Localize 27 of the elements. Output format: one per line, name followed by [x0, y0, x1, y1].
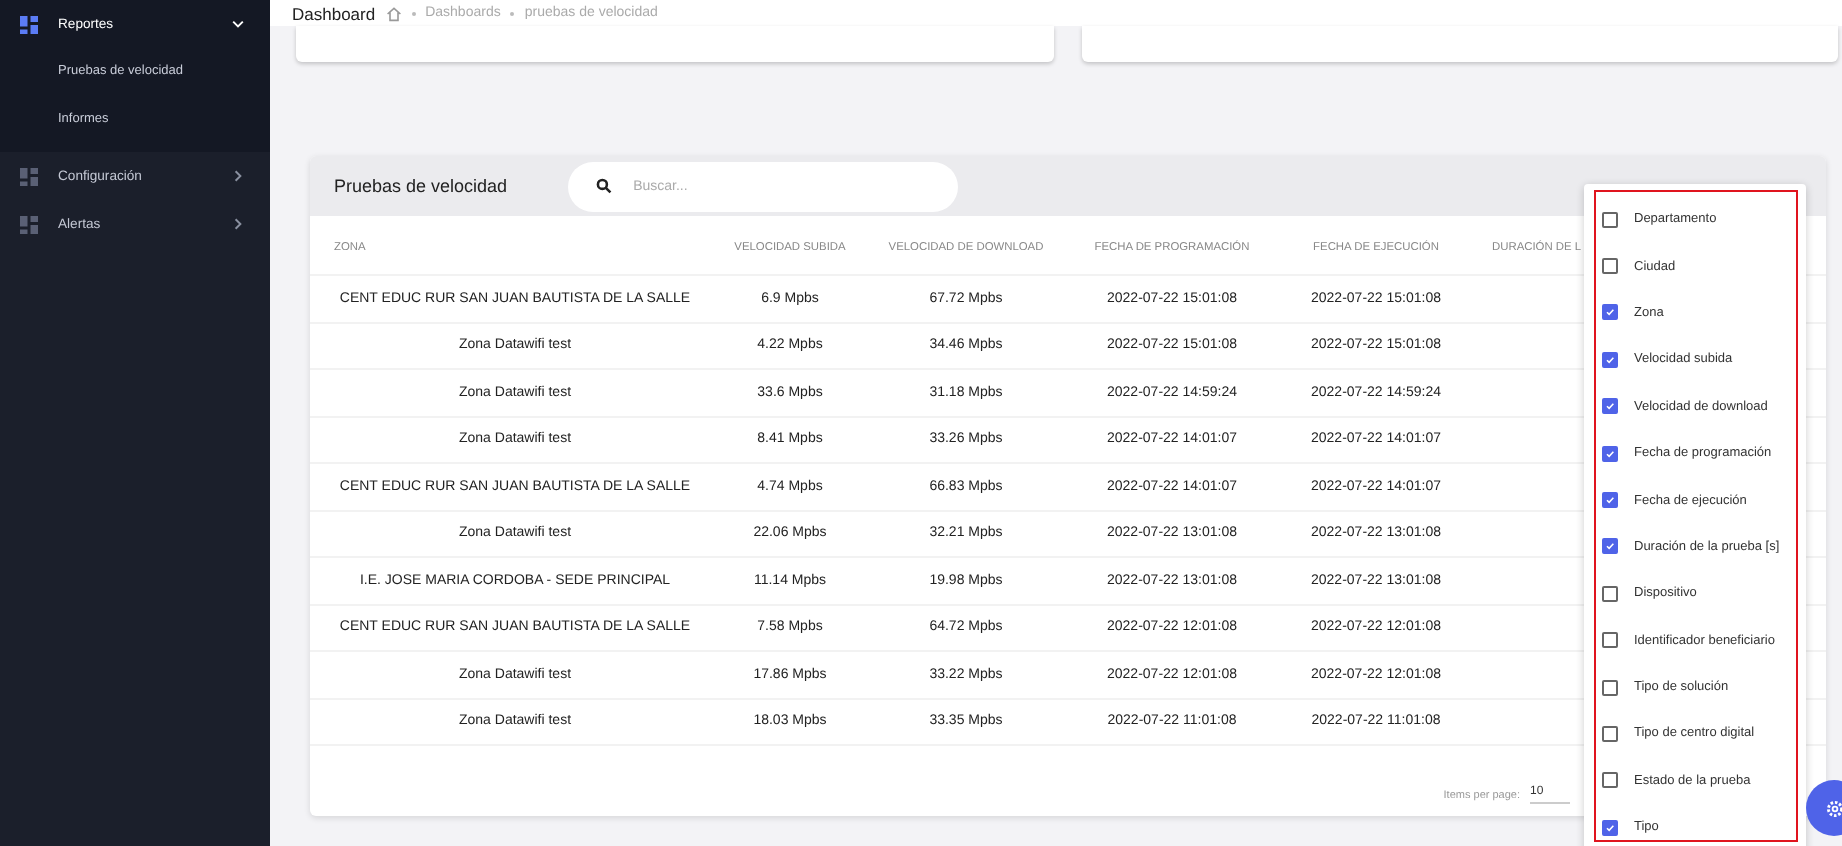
breadcrumb-separator [510, 11, 515, 15]
checkbox[interactable] [1602, 351, 1618, 368]
chevron-right-icon [230, 216, 246, 232]
chevron-right-icon [230, 168, 246, 184]
checkbox[interactable] [1602, 632, 1618, 649]
home-icon[interactable] [385, 5, 402, 21]
grid-icon [20, 167, 38, 185]
settings-icon [1823, 797, 1842, 819]
chevron-down-icon [230, 16, 246, 32]
panel-title: Pruebas de velocidad [334, 176, 508, 196]
checkbox[interactable] [1602, 819, 1618, 836]
breadcrumb-separator [411, 11, 416, 15]
page-title: Dashboard [292, 3, 376, 23]
checkbox[interactable] [1602, 211, 1618, 228]
checkbox[interactable] [1602, 492, 1618, 509]
grid-icon [20, 15, 38, 33]
checkbox[interactable] [1602, 538, 1618, 555]
checkbox[interactable] [1602, 304, 1618, 321]
checkbox[interactable] [1602, 679, 1618, 696]
checkbox[interactable] [1602, 258, 1618, 275]
grid-icon [20, 215, 38, 233]
checkbox[interactable] [1602, 725, 1618, 742]
checkbox[interactable] [1602, 585, 1618, 602]
checkbox[interactable] [1602, 445, 1618, 462]
checkbox[interactable] [1602, 772, 1618, 789]
search-icon [595, 178, 612, 194]
checkbox[interactable] [1602, 398, 1618, 415]
